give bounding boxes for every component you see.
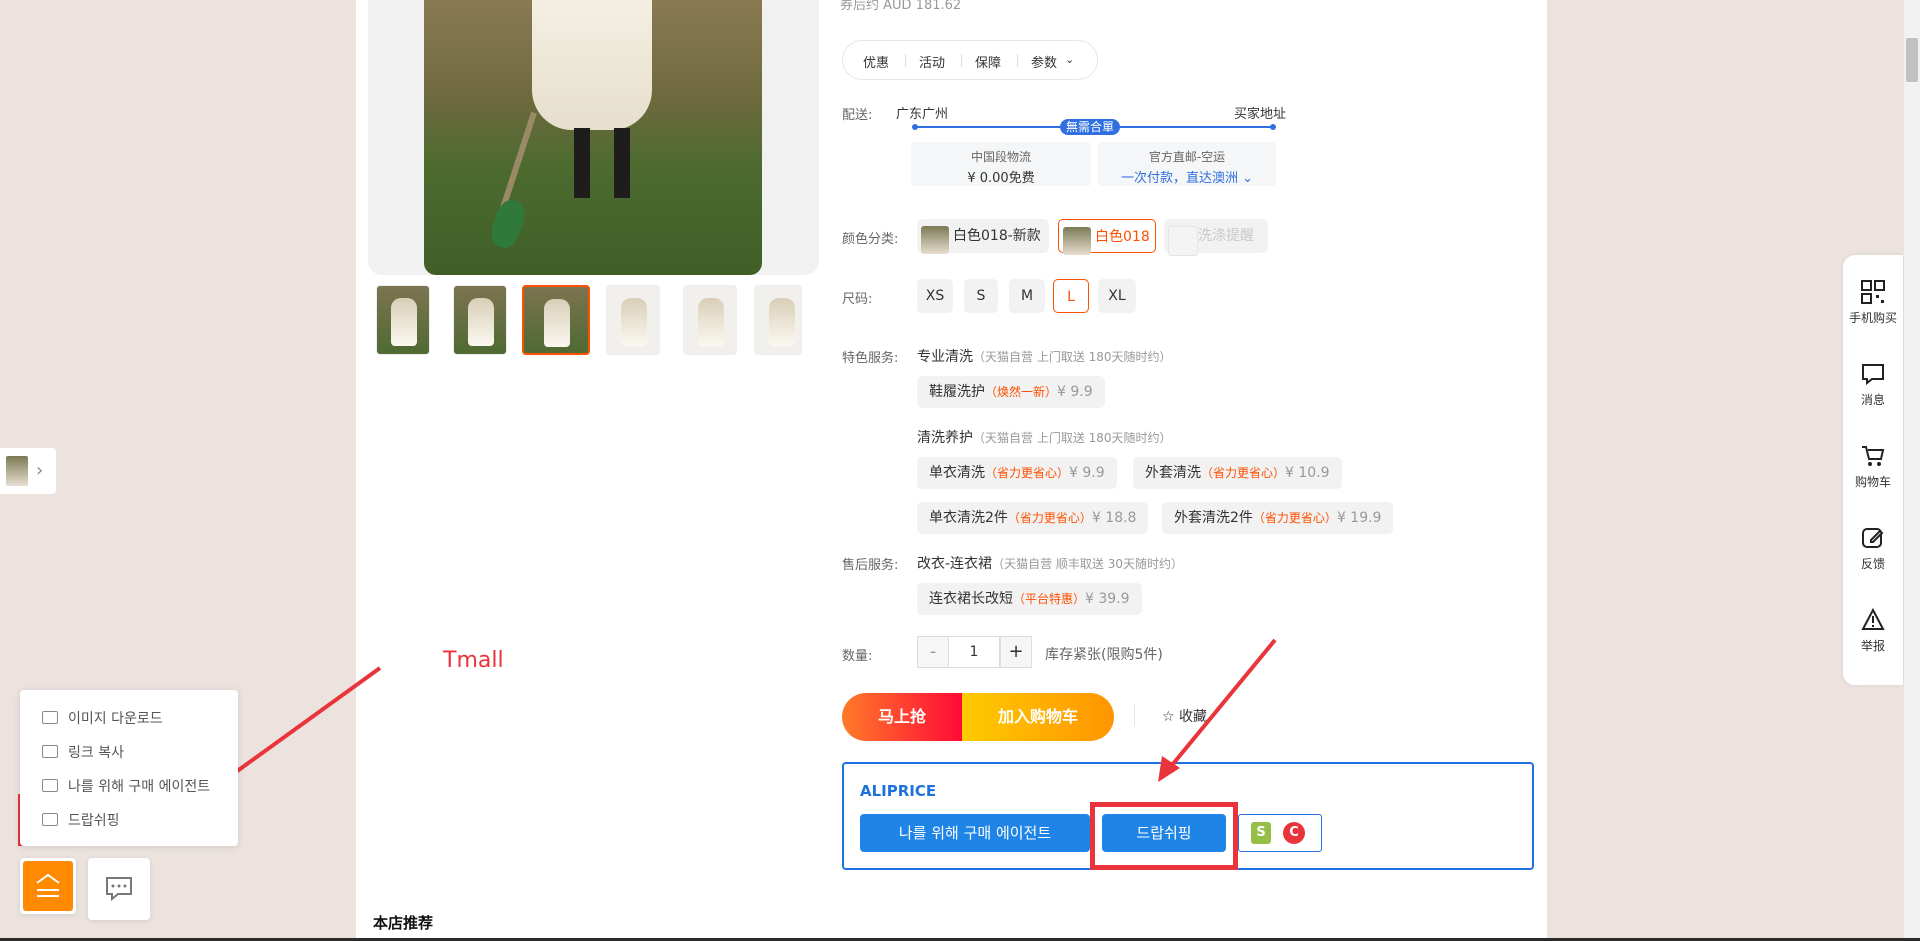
menu-item-dropshipping[interactable]: 드랍쉬핑 <box>42 810 120 830</box>
menu-item-image-download[interactable]: 이미지 다운로드 <box>42 708 163 728</box>
menu-item-label: 드랍쉬핑 <box>68 813 120 829</box>
sidebar-label: 举报 <box>1860 639 1885 653</box>
menu-item-copy-link[interactable]: 링크 복사 <box>42 742 124 762</box>
qr-icon <box>1861 280 1885 304</box>
scrollbar-thumb[interactable] <box>1906 38 1918 82</box>
menu-icon <box>36 873 60 897</box>
sidebar-label: 反馈 <box>1860 557 1885 571</box>
menu-item-label: 이미지 다운로드 <box>68 711 163 727</box>
aliprice-menu-button[interactable] <box>20 858 76 914</box>
cart-icon <box>42 779 58 792</box>
vertical-scrollbar[interactable] <box>1904 0 1920 941</box>
sidebar-item-report[interactable]: 举报 <box>1843 607 1903 654</box>
message-icon <box>1862 364 1884 386</box>
sidebar-item-feedback[interactable]: 反馈 <box>1843 525 1903 572</box>
right-sidebar: 手机购买 消息 购物车 反馈 举报 <box>1843 255 1903 685</box>
chat-icon <box>106 877 132 902</box>
sidebar-label: 购物车 <box>1854 475 1891 489</box>
menu-button-bg <box>23 861 73 911</box>
edit-icon <box>1862 528 1884 548</box>
warning-icon <box>1861 607 1885 630</box>
truck-icon <box>42 813 58 826</box>
sidebar-item-message[interactable]: 消息 <box>1843 361 1903 408</box>
copy-icon <box>42 745 58 758</box>
chat-button[interactable] <box>88 858 150 920</box>
tmall-annotation: Tmall <box>443 648 504 673</box>
menu-item-purchase-agent[interactable]: 나를 위해 구매 에이전트 <box>42 776 210 796</box>
sidebar-label: 手机购买 <box>1848 311 1897 325</box>
image-icon <box>42 711 58 724</box>
sidebar-label: 消息 <box>1860 393 1885 407</box>
menu-item-label: 링크 복사 <box>68 745 124 761</box>
annotation-arrows <box>174 638 1277 816</box>
store-recommend-title: 本店推荐 <box>373 914 434 932</box>
cart-icon <box>1862 446 1885 466</box>
menu-item-label: 나를 위해 구매 에이전트 <box>68 779 211 795</box>
aliprice-popup-menu: 이미지 다운로드 링크 복사 나를 위해 구매 에이전트 드랍쉬핑 <box>20 690 238 846</box>
sidebar-item-cart[interactable]: 购物车 <box>1843 443 1903 490</box>
sidebar-item-mobile-buy[interactable]: 手机购买 <box>1843 279 1903 326</box>
